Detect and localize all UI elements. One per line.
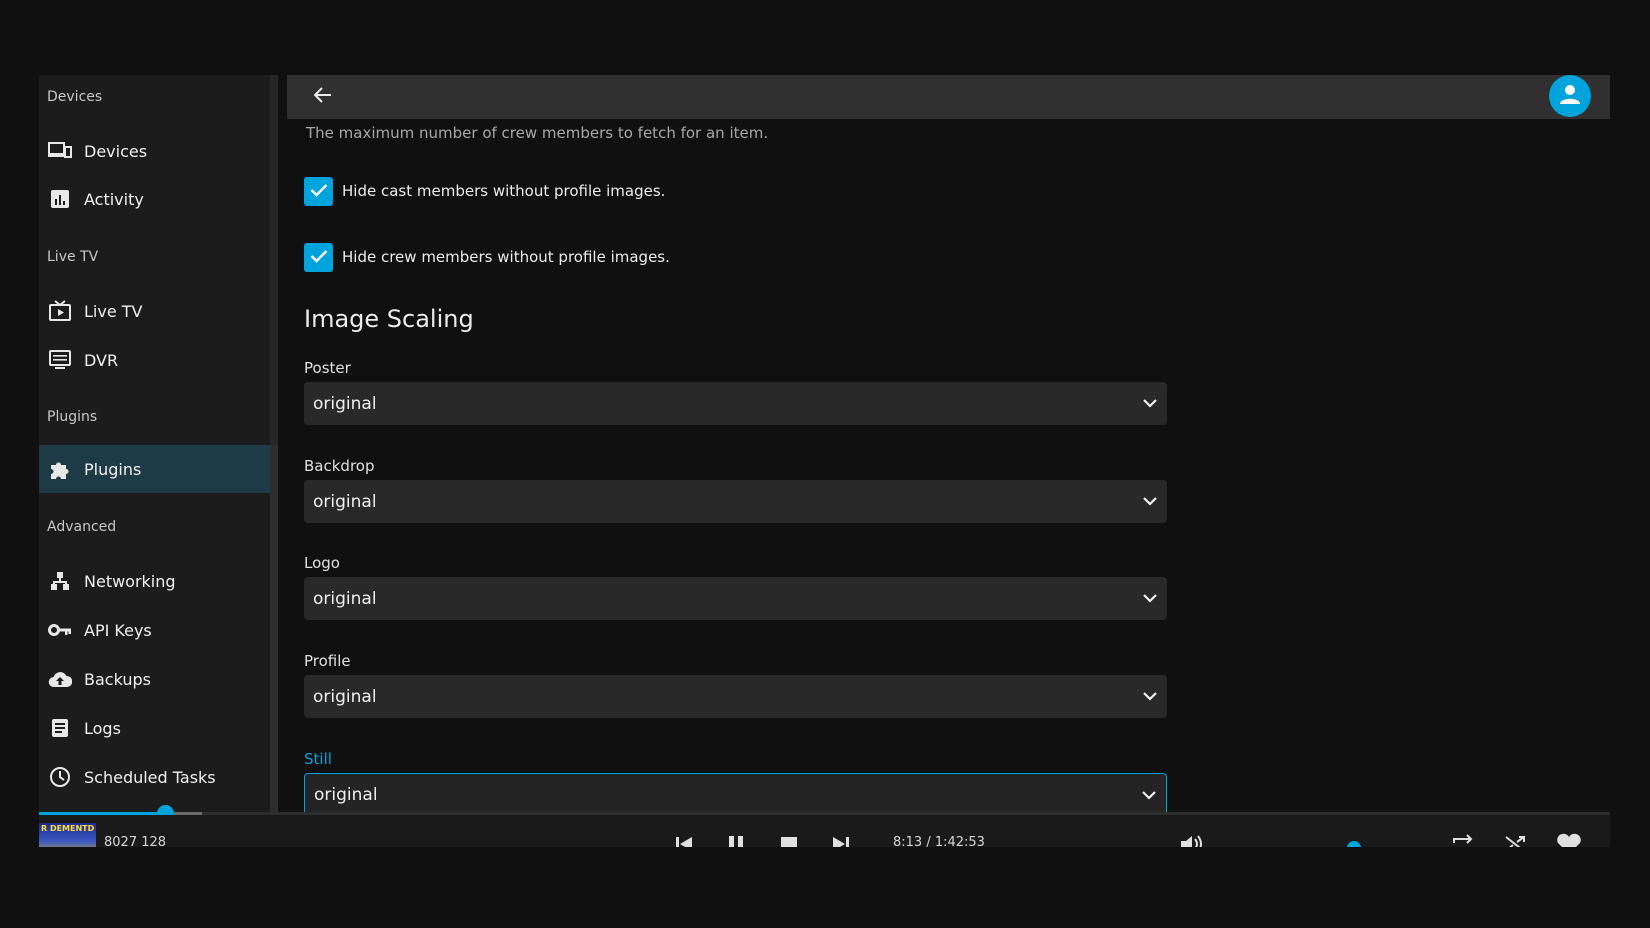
sidebar-item-label: Plugins — [84, 459, 142, 479]
mute-button[interactable] — [1179, 833, 1205, 847]
sidebar-item-label: Logs — [84, 718, 121, 738]
profile-select[interactable]: original — [304, 675, 1167, 718]
volume-icon — [1181, 835, 1202, 847]
now-playing-artwork[interactable]: R DEMENTD — [39, 823, 96, 847]
stop-button[interactable] — [778, 833, 800, 847]
select-value: original — [313, 588, 377, 609]
main-content: The maximum number of crew members to fe… — [287, 75, 1610, 813]
sidebar-item-activity[interactable]: Activity — [39, 175, 278, 223]
sidebar-item-label: Networking — [84, 571, 176, 591]
chevron-down-icon — [1142, 791, 1156, 800]
sidebar-item-scheduled-tasks[interactable]: Scheduled Tasks — [39, 753, 278, 801]
backdrop-label: Backdrop — [304, 457, 375, 475]
now-playing-bar: R DEMENTD 8027 128 8:13 / 1:42:53 — [39, 815, 1610, 847]
logs-icon — [46, 714, 74, 742]
dvr-icon — [46, 346, 74, 374]
sidebar-header-advanced: Advanced — [47, 519, 117, 535]
sidebar-item-label: DVR — [84, 350, 119, 370]
logo-label: Logo — [304, 554, 340, 572]
skip-previous-icon — [676, 837, 692, 847]
chevron-down-icon — [1143, 497, 1157, 506]
activity-icon — [46, 185, 74, 213]
checkbox-row-hide-crew: Hide crew members without profile images… — [304, 242, 670, 272]
skip-next-icon — [833, 837, 849, 847]
user-icon — [1559, 83, 1581, 109]
hide-crew-checkbox[interactable] — [304, 242, 333, 272]
repeat-icon — [1453, 834, 1473, 844]
app-window: Devices Devices Activity Live TV Live TV… — [39, 75, 1610, 847]
chevron-down-icon — [1143, 692, 1157, 701]
select-value: original — [314, 784, 378, 805]
chevron-down-icon — [1143, 594, 1157, 603]
live-tv-icon — [46, 297, 74, 325]
checkmark-icon — [310, 248, 328, 267]
sidebar-item-backups[interactable]: Backups — [39, 655, 278, 703]
sidebar-item-label: Live TV — [84, 301, 143, 321]
playback-time: 8:13 / 1:42:53 — [893, 835, 985, 847]
arrow-left-icon — [313, 87, 332, 107]
hide-crew-label[interactable]: Hide crew members without profile images… — [342, 248, 670, 266]
previous-track-button[interactable] — [673, 833, 695, 847]
user-avatar-button[interactable] — [1549, 75, 1591, 117]
stop-icon — [781, 837, 797, 847]
sidebar-item-api-keys[interactable]: API Keys — [39, 606, 278, 654]
sidebar: Devices Devices Activity Live TV Live TV… — [39, 75, 278, 813]
profile-label: Profile — [304, 652, 351, 670]
sidebar-item-logs[interactable]: Logs — [39, 704, 278, 752]
puzzle-icon — [46, 455, 74, 483]
select-value: original — [313, 686, 377, 707]
volume-handle[interactable] — [1347, 841, 1361, 847]
field-description: The maximum number of crew members to fe… — [306, 124, 769, 142]
heart-icon — [1557, 833, 1581, 847]
shuffle-button[interactable] — [1504, 833, 1528, 847]
key-icon — [46, 616, 74, 644]
backdrop-select[interactable]: original — [304, 480, 1167, 523]
sidebar-header-devices: Devices — [47, 89, 103, 105]
repeat-button[interactable] — [1451, 833, 1475, 847]
sidebar-item-live-tv[interactable]: Live TV — [39, 287, 278, 335]
network-icon — [46, 567, 74, 595]
sidebar-item-label: Activity — [84, 189, 144, 209]
sidebar-item-label: Backups — [84, 669, 151, 689]
sidebar-header-plugins: Plugins — [47, 409, 98, 425]
poster-label: Poster — [304, 359, 351, 377]
now-playing-title[interactable]: 8027 128 — [104, 835, 166, 847]
sidebar-header-live-tv: Live TV — [47, 249, 99, 265]
favorite-button[interactable] — [1555, 833, 1583, 847]
sidebar-item-label: API Keys — [84, 620, 152, 640]
sidebar-item-dvr[interactable]: DVR — [39, 336, 278, 384]
sidebar-scrollbar-thumb[interactable] — [270, 445, 278, 813]
sidebar-item-label: Devices — [84, 141, 148, 161]
pause-button[interactable] — [725, 833, 747, 847]
sidebar-item-devices[interactable]: Devices — [39, 127, 278, 175]
still-label: Still — [304, 750, 332, 768]
devices-icon — [46, 137, 74, 165]
checkbox-row-hide-cast: Hide cast members without profile images… — [304, 176, 665, 206]
pause-icon — [729, 836, 743, 847]
sidebar-item-label: Scheduled Tasks — [84, 767, 216, 787]
still-select[interactable]: original — [304, 773, 1167, 813]
section-title: Image Scaling — [304, 305, 474, 333]
poster-select[interactable]: original — [304, 382, 1167, 425]
hide-cast-label[interactable]: Hide cast members without profile images… — [342, 182, 665, 200]
select-value: original — [313, 393, 377, 414]
checkmark-icon — [310, 182, 328, 201]
back-button[interactable] — [309, 83, 337, 111]
sidebar-item-plugins[interactable]: Plugins — [39, 445, 278, 493]
artwork-text: R DEMENTD — [41, 824, 95, 833]
logo-select[interactable]: original — [304, 577, 1167, 620]
chevron-down-icon — [1143, 399, 1157, 408]
hide-cast-checkbox[interactable] — [304, 176, 333, 206]
shuffle-icon — [1505, 836, 1525, 847]
top-bar — [287, 75, 1610, 119]
select-value: original — [313, 491, 377, 512]
clock-icon — [46, 763, 74, 791]
next-track-button[interactable] — [830, 833, 852, 847]
cloud-upload-icon — [46, 665, 74, 693]
sidebar-item-networking[interactable]: Networking — [39, 557, 278, 605]
